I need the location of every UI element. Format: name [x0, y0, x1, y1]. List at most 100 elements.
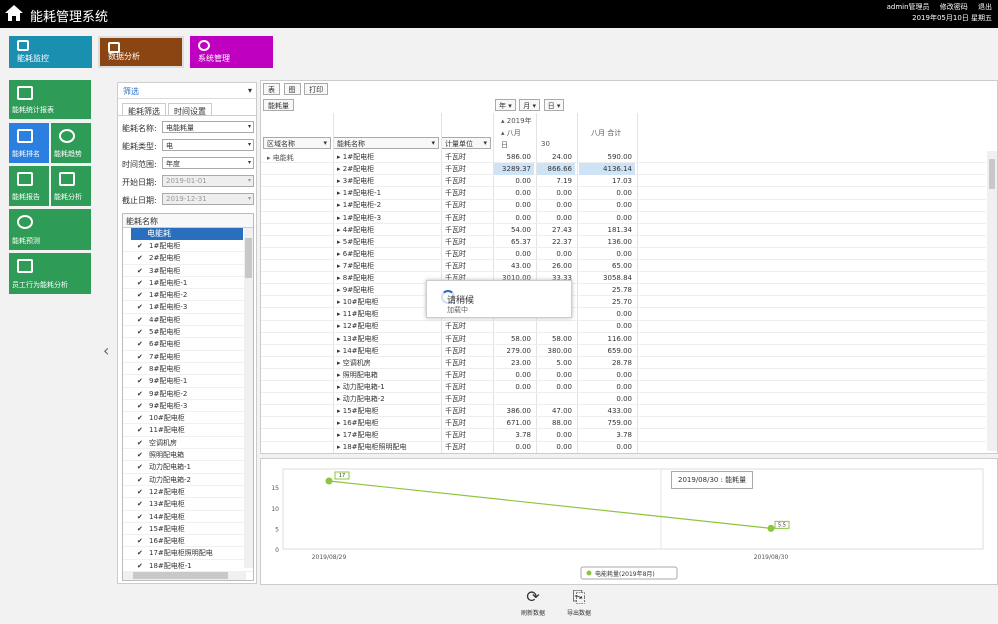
value-cell[interactable]: 181.34 [579, 224, 635, 236]
tab-time-settings[interactable]: 时间设置 [168, 103, 212, 116]
value-cell[interactable]: 0.00 [494, 187, 534, 199]
row-field-unit[interactable]: 计量单位 ▾ [441, 137, 491, 149]
refresh-button[interactable]: ⟳ 刷新数据 [516, 588, 550, 618]
value-cell[interactable]: 28.78 [579, 357, 635, 369]
export-button[interactable]: ⎘ 导出数据 [562, 588, 596, 618]
tree-item[interactable]: 11#配电柜 [123, 424, 253, 437]
module-system[interactable]: 系统管理 [190, 36, 273, 68]
value-cell[interactable]: 116.00 [579, 333, 635, 345]
column-field-day[interactable]: 日 ▾ [543, 99, 565, 111]
filter-select[interactable]: 电能耗量 ▾ [162, 121, 254, 133]
table-row[interactable]: ▸ 2#配电柜 千瓦时 3289.37 866.66 4136.14 [261, 163, 986, 176]
table-row[interactable]: ▸ 8#配电柜 千瓦时 3010.00 33.33 3058.84 [261, 272, 986, 285]
value-cell[interactable]: 4136.14 [579, 163, 635, 176]
value-cell[interactable]: 136.00 [579, 236, 635, 248]
tree-item[interactable]: 12#配电柜 [123, 486, 253, 499]
measure-field[interactable]: 能耗量 [263, 99, 294, 111]
value-cell[interactable]: 759.00 [579, 417, 635, 429]
value-cell[interactable]: 433.00 [579, 405, 635, 417]
value-cell[interactable]: 659.00 [579, 345, 635, 357]
value-cell[interactable]: 0.00 [494, 369, 534, 381]
row-field-area[interactable]: 区域名称 ▾ [263, 137, 331, 149]
tile-staff-behavior[interactable]: 员工行为能耗分析 [9, 253, 91, 294]
value-cell[interactable]: 0.00 [579, 187, 635, 199]
grid-vertical-scrollbar[interactable] [987, 151, 997, 451]
table-row[interactable]: ▸ 3#配电柜 千瓦时 0.00 7.19 17.03 [261, 175, 986, 188]
value-cell[interactable]: 590.00 [579, 151, 635, 163]
tree-item[interactable]: 17#配电柜照明配电 [123, 547, 253, 560]
value-cell[interactable]: 58.00 [537, 333, 575, 345]
module-monitor[interactable]: 能耗监控 [9, 36, 92, 68]
tree-item[interactable]: 照明配电箱 [123, 449, 253, 462]
tree-item[interactable]: 9#配电柜-2 [123, 388, 253, 400]
table-row[interactable]: ▸ 6#配电柜 千瓦时 0.00 0.00 0.00 [261, 248, 986, 261]
value-cell[interactable]: 3.78 [494, 429, 534, 441]
value-cell[interactable]: 3058.84 [579, 272, 635, 284]
value-cell[interactable]: 3.78 [579, 429, 635, 441]
tree-item[interactable]: 8#配电柜 [123, 363, 253, 376]
table-row[interactable]: ▸ 1#配电柜 千瓦时 586.00 24.00 590.00 [261, 151, 986, 164]
value-cell[interactable]: 47.00 [537, 405, 575, 417]
tile-report[interactable]: 能耗报告 [9, 166, 49, 206]
table-row[interactable]: ▸ 11#配电柜千瓦时0.00 [261, 308, 986, 321]
filter-select[interactable]: 年度 ▾ [162, 157, 254, 169]
value-cell[interactable]: 7.19 [537, 175, 575, 187]
table-row[interactable]: ▸ 5#配电柜 千瓦时 65.37 22.37 136.00 [261, 236, 986, 248]
value-cell[interactable]: 0.00 [579, 393, 635, 405]
value-cell[interactable]: 17.03 [579, 175, 635, 187]
tree-item[interactable]: 1#配电柜-3 [123, 301, 253, 314]
table-row[interactable]: ▸ 14#配电柜 千瓦时 279.00 380.00 659.00 [261, 345, 986, 357]
table-row[interactable]: ▸ 1#配电柜-2 千瓦时 0.00 0.00 0.00 [261, 199, 986, 212]
change-password-link[interactable]: 修改密码 [940, 3, 968, 11]
value-cell[interactable]: 26.00 [537, 260, 575, 272]
value-cell[interactable]: 0.00 [579, 369, 635, 381]
chart-view-button[interactable]: 图 [283, 83, 301, 95]
value-cell[interactable]: 0.00 [537, 441, 575, 453]
table-view-button[interactable]: 表 [263, 83, 280, 95]
value-cell[interactable]: 586.00 [494, 151, 534, 163]
table-row[interactable]: ▸ 动力配电箱-1 千瓦时 0.00 0.00 0.00 [261, 381, 986, 394]
tree-vertical-scrollbar[interactable] [244, 228, 253, 568]
tree-item[interactable]: 5#配电柜 [123, 326, 253, 339]
value-cell[interactable]: 0.00 [537, 212, 575, 224]
table-row[interactable]: ▸ 照明配电箱 千瓦时 0.00 0.00 0.00 [261, 369, 986, 382]
value-cell[interactable]: 43.00 [494, 260, 534, 272]
value-cell[interactable]: 22.37 [537, 236, 575, 248]
home-icon[interactable] [4, 3, 24, 23]
value-cell[interactable]: 54.00 [494, 224, 534, 236]
tree-item[interactable]: 1#配电柜-1 [123, 277, 253, 290]
header-year[interactable]: ▴ 2019年 [501, 116, 532, 126]
table-row[interactable]: ▸ 1#配电柜-1 千瓦时 0.00 0.00 0.00 [261, 187, 986, 200]
value-cell[interactable]: 25.78 [579, 284, 635, 296]
tree-item[interactable]: 9#配电柜-1 [123, 375, 253, 388]
value-cell[interactable]: 3289.37 [494, 163, 534, 176]
value-cell[interactable]: 23.00 [494, 357, 534, 369]
tree-item[interactable]: 动力配电箱-2 [123, 474, 253, 486]
table-row[interactable]: ▸ 18#配电柜照明配电 千瓦时 0.00 0.00 0.00 [261, 441, 986, 453]
table-row[interactable]: ▸ 10#配电柜千瓦时25.70 [261, 296, 986, 309]
tree-root[interactable]: 电能耗 [131, 228, 243, 240]
value-cell[interactable]: 0.00 [579, 381, 635, 393]
logout-link[interactable]: 退出 [978, 3, 992, 11]
table-row[interactable]: ▸ 动力配电箱-2 千瓦时 0.00 [261, 393, 986, 406]
value-cell[interactable]: 0.00 [494, 199, 534, 211]
value-cell[interactable]: 0.00 [494, 175, 534, 187]
tree-horizontal-scrollbar[interactable] [123, 571, 246, 580]
value-cell[interactable]: 0.00 [537, 199, 575, 211]
value-cell[interactable]: 0.00 [579, 212, 635, 224]
value-cell[interactable]: 0.00 [579, 308, 635, 320]
tree-item[interactable]: 6#配电柜 [123, 338, 253, 351]
value-cell[interactable]: 27.43 [537, 224, 575, 236]
value-cell[interactable]: 5.00 [537, 357, 575, 369]
tab-energy-filter[interactable]: 能耗筛选 [122, 103, 166, 116]
value-cell[interactable]: 279.00 [494, 345, 534, 357]
tile-statistics-report[interactable]: 能耗统计报表 [9, 80, 91, 119]
table-row[interactable]: ▸ 7#配电柜 千瓦时 43.00 26.00 65.00 [261, 260, 986, 273]
tree-item[interactable]: 9#配电柜-3 [123, 400, 253, 413]
value-cell[interactable]: 0.00 [537, 381, 575, 393]
table-row[interactable]: ▸ 9#配电柜千瓦时25.78 [261, 284, 986, 297]
table-row[interactable]: ▸ 1#配电柜-3 千瓦时 0.00 0.00 0.00 [261, 212, 986, 224]
value-cell[interactable]: 671.00 [494, 417, 534, 429]
value-cell[interactable]: 25.70 [579, 296, 635, 308]
tree-item[interactable]: 13#配电柜 [123, 498, 253, 511]
